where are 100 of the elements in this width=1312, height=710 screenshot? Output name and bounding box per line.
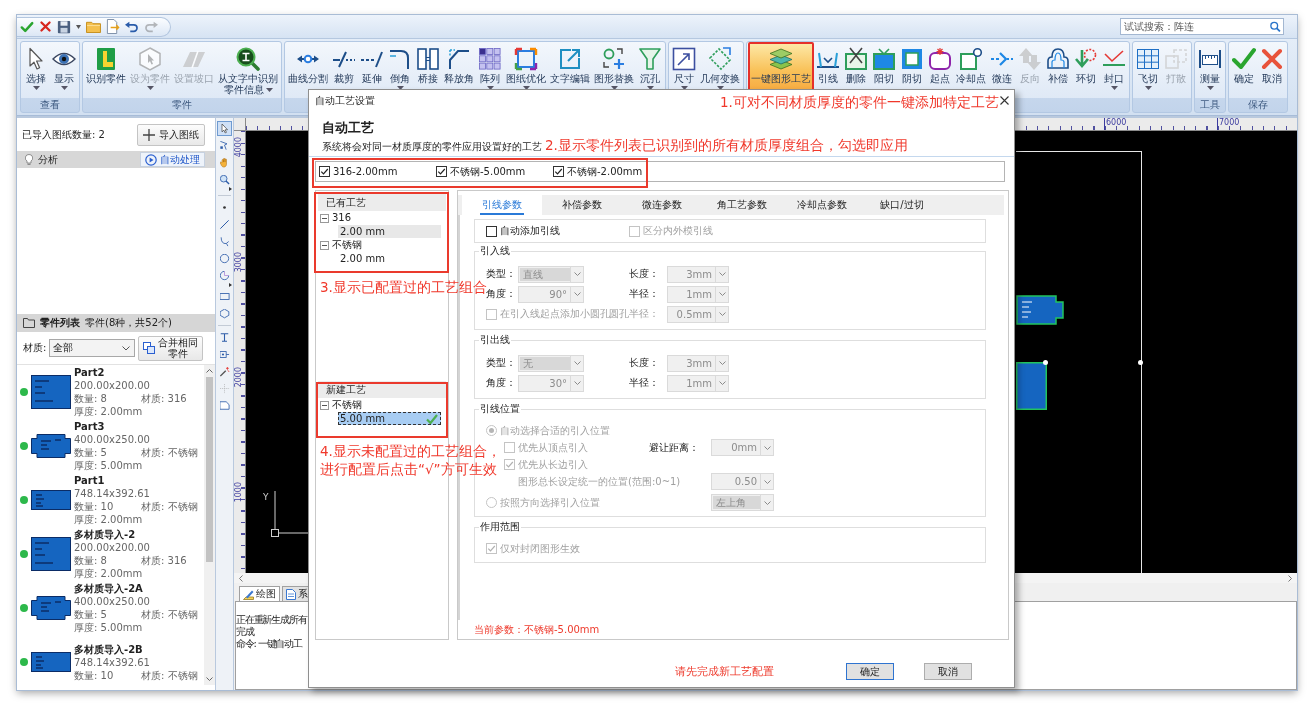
combination-checkbox[interactable]: 不锈钢-5.00mm — [436, 165, 553, 178]
ribbon-button[interactable]: 释放角 — [442, 42, 476, 98]
ribbon-button[interactable]: 确定 — [1230, 42, 1258, 98]
scrollbar-thumb[interactable] — [206, 377, 213, 562]
import-button[interactable]: 导入图纸 — [137, 123, 205, 146]
chevron-up-icon[interactable] — [206, 369, 213, 373]
folder-icon — [23, 318, 35, 328]
circle-icon[interactable] — [217, 251, 232, 266]
ribbon-button[interactable]: 环切 — [1072, 42, 1100, 98]
merge-button[interactable]: 合并相同 零件 — [138, 335, 203, 361]
collapse-icon[interactable] — [320, 213, 329, 223]
ribbon-button[interactable]: 选择 — [22, 42, 50, 98]
ribbon-button[interactable]: 测量 — [1196, 42, 1224, 98]
auto-process-button[interactable]: 自动处理 — [140, 152, 205, 167]
current-params-label: 当前参数： — [474, 623, 524, 636]
ribbon-button[interactable]: 文字编辑 — [548, 42, 592, 98]
nested-square-icon — [900, 47, 924, 71]
ruler-icon — [1198, 47, 1222, 71]
group-title: 作用范围 — [479, 521, 521, 533]
tree-item[interactable]: 316 — [332, 212, 352, 224]
chevron-right-icon[interactable] — [1288, 574, 1292, 582]
ribbon-button[interactable]: 沉孔 — [636, 42, 664, 98]
panel-tab[interactable]: 绘图 — [239, 586, 280, 601]
tree-item[interactable]: 2.00 mm — [338, 252, 441, 265]
tab[interactable]: 补偿参数 — [542, 195, 622, 215]
ribbon-button[interactable]: 倒角 — [386, 42, 414, 98]
chevron-down-icon — [573, 292, 581, 296]
magic-wand-icon[interactable] — [217, 364, 232, 379]
part-name: Part1 — [74, 474, 106, 487]
polygon-icon[interactable] — [217, 306, 232, 321]
panel-title: 零件列表 — [40, 317, 80, 329]
combination-checkbox[interactable]: 316-2.00mm — [319, 165, 436, 178]
ribbon-button[interactable]: 识别零件 — [84, 42, 128, 98]
collapse-icon[interactable] — [320, 400, 329, 410]
ribbon-button[interactable]: 图纸优化 — [504, 42, 548, 98]
checkbox[interactable]: 自动添加引线 — [486, 225, 629, 237]
ribbon-button[interactable]: 取消 — [1258, 42, 1286, 98]
circle-plus-icon — [602, 47, 626, 71]
up-down-arrows-icon — [1018, 47, 1042, 71]
tree-item[interactable]: 不锈钢 — [332, 399, 362, 411]
caret-icon[interactable] — [229, 187, 232, 191]
cursor-icon[interactable] — [217, 121, 232, 136]
part-quantity: 数量: 10 — [74, 500, 115, 513]
tab[interactable]: 冷却点参数 — [782, 195, 862, 215]
ribbon-button[interactable]: 显示 — [50, 42, 78, 98]
ribbon-button[interactable]: 桥接 — [414, 42, 442, 98]
hexagon-cursor-icon — [138, 47, 162, 71]
check-icon[interactable] — [20, 19, 34, 34]
funnel-icon — [638, 47, 662, 71]
material-dropdown[interactable]: 全部 — [49, 339, 136, 357]
point-marker-icon — [1043, 360, 1048, 365]
page-icon[interactable] — [217, 398, 232, 413]
cancel-button[interactable]: 取消 — [924, 663, 972, 680]
folder-icon[interactable] — [86, 20, 101, 33]
chevron-down-icon — [573, 361, 581, 365]
part-size: 400.00x250.00 — [74, 595, 151, 608]
ok-button[interactable]: 确定 — [846, 663, 894, 680]
undo-icon[interactable] — [125, 20, 139, 33]
material-label: 材质: — [23, 342, 47, 354]
ribbon-button[interactable]: 飞切 — [1134, 42, 1162, 98]
tab[interactable]: 缺口/过切 — [862, 195, 942, 215]
spark-rectangle-icon — [928, 47, 952, 71]
ribbon-button[interactable]: 封口 — [1100, 42, 1128, 98]
ribbon-button[interactable]: 阵列 — [476, 42, 504, 98]
zoom-icon[interactable] — [217, 172, 232, 187]
arc-icon[interactable] — [217, 268, 232, 283]
chevron-down-icon[interactable] — [206, 677, 213, 681]
part-size: 400.00x250.00 — [74, 433, 151, 446]
parts-summary: 零件(8种，共52个) — [85, 317, 172, 329]
part-thickness: 厚度: 2.00mm — [74, 567, 144, 580]
ribbon-button[interactable]: 从文字中识别 零件信息 — [216, 42, 280, 98]
close-icon[interactable] — [1000, 96, 1009, 105]
chevron-down-icon — [718, 292, 726, 296]
caret-icon[interactable] — [229, 283, 232, 287]
collapse-icon[interactable] — [320, 240, 329, 250]
check-icon[interactable] — [426, 413, 438, 424]
axis-label: Y — [263, 492, 269, 502]
combination-checkbox[interactable]: 不锈钢-2.00mm — [553, 165, 670, 178]
ribbon-button[interactable]: 图形替换 — [592, 42, 636, 98]
part-thumbnail — [31, 490, 71, 510]
part-material: 材质: 不锈钢 — [141, 608, 199, 621]
vertical-scrollbar[interactable] — [204, 365, 215, 685]
line-icon[interactable] — [217, 217, 232, 232]
chevron-left-icon[interactable] — [239, 574, 243, 582]
outline-shape-icon — [1046, 47, 1070, 71]
tab[interactable]: 微连参数 — [622, 195, 702, 215]
tree-item[interactable]: 2.00 mm — [338, 225, 441, 238]
cross-icon[interactable] — [39, 20, 52, 33]
tree-item[interactable]: 5.00 mm — [338, 412, 441, 425]
warning-message: 请先完成新工艺配置 — [675, 665, 774, 678]
tab[interactable]: 角工艺参数 — [702, 195, 782, 215]
part-name: 多材质导入-2A — [74, 582, 144, 595]
tab[interactable]: 引线参数 — [462, 195, 542, 215]
document-arrow-icon[interactable] — [106, 19, 120, 34]
chevron-down-icon — [763, 500, 771, 505]
caret-icon[interactable] — [76, 24, 81, 29]
tree-item[interactable]: 不锈钢 — [332, 239, 362, 251]
analysis-label: 分析 — [38, 153, 58, 166]
part-thumbnail — [31, 537, 71, 571]
ribbon-button[interactable]: 补偿 — [1044, 42, 1072, 98]
